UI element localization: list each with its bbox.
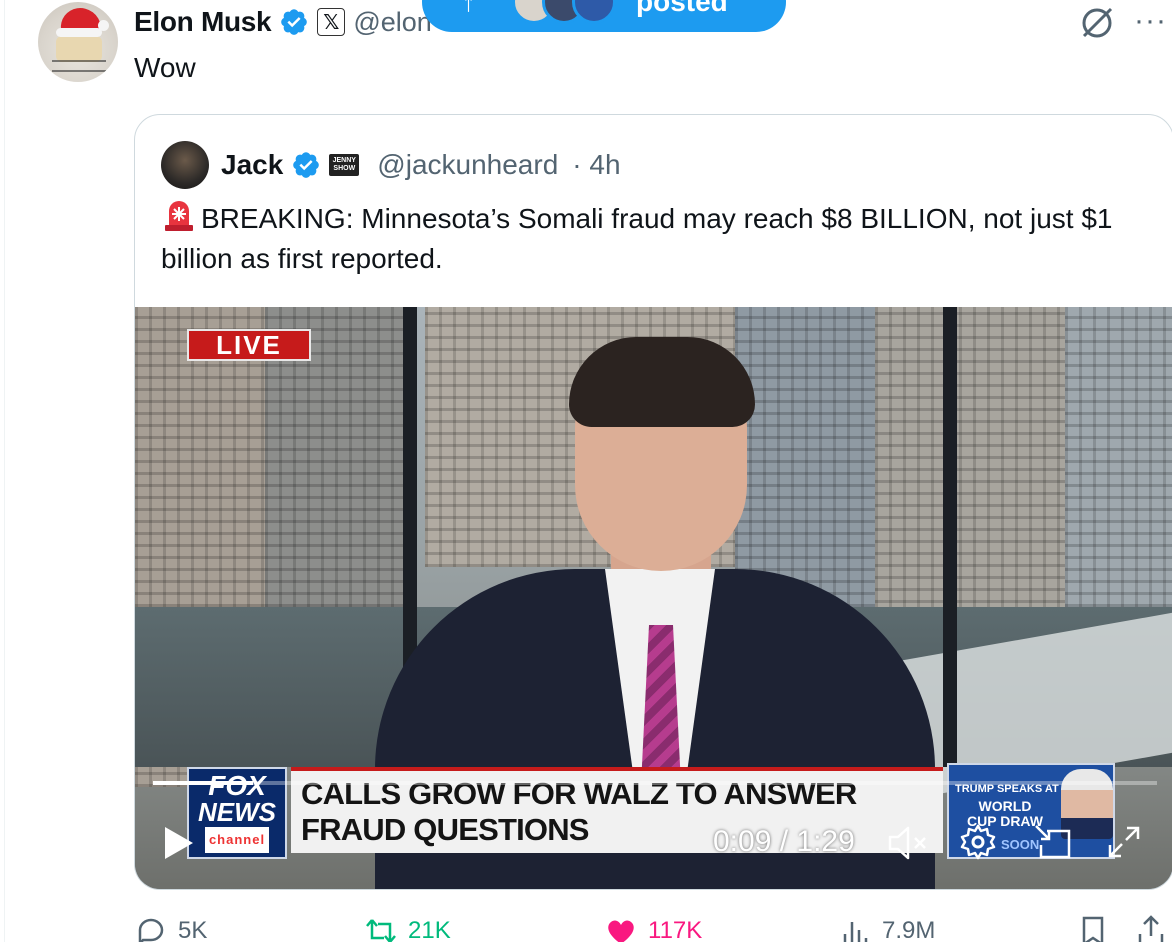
mute-icon[interactable] (887, 825, 929, 861)
settings-gear-icon[interactable] (959, 823, 997, 861)
video-progress-fill (153, 781, 254, 785)
pill-avatars (512, 0, 616, 24)
live-badge: LIVE (187, 329, 311, 361)
post-text: Wow (134, 52, 196, 83)
video-progress-bar[interactable] (153, 781, 1157, 785)
quoted-post-text: BREAKING: Minnesota’s Somali fraud may r… (161, 203, 1113, 274)
quoted-post-time[interactable]: · 4h (572, 149, 620, 181)
picture-in-picture-icon[interactable] (1033, 823, 1073, 861)
view-count: 7.9M (882, 917, 936, 942)
more-options-icon[interactable]: ··· (1134, 4, 1167, 38)
window-frame (943, 307, 957, 767)
repost-count: 21K (408, 917, 451, 942)
reply-icon (138, 918, 164, 942)
video-time: 0:09 / 1:29 (713, 825, 855, 858)
share-icon (1138, 915, 1164, 942)
bookmark-icon (1082, 916, 1104, 942)
logo-line-3: channel (204, 827, 270, 853)
santa-hat-pom (98, 20, 109, 31)
quoted-post-text-block: BREAKING: Minnesota’s Somali fraud may r… (161, 197, 1141, 279)
post-action-bar: 5K 21K 117K 7.9M (134, 914, 1172, 942)
fullscreen-icon[interactable] (1107, 825, 1141, 859)
santa-hat-trim (56, 28, 102, 37)
like-count: 117K (648, 917, 703, 942)
pill-avatar (572, 0, 616, 24)
logo-line-2: NEWS (198, 797, 276, 827)
avatar-scribble (52, 60, 106, 72)
lower-third: FOX NEWS channel CALLS GROW FOR WALZ TO … (187, 763, 1172, 859)
posted-label: posted (636, 0, 728, 17)
verified-badge-icon (281, 9, 308, 35)
analytics-icon (843, 922, 868, 942)
building (1065, 307, 1172, 607)
play-icon[interactable] (163, 825, 195, 861)
post-header: Elon Musk 𝕏 @elon (134, 4, 432, 40)
arrow-up-icon: ↑ (462, 0, 475, 17)
quoted-post-card[interactable]: Jack JENNY SHOW @jackunheard · 4h BREAKI… (134, 114, 1172, 890)
author-avatar[interactable] (38, 2, 118, 82)
bookmark-button[interactable] (1076, 914, 1110, 942)
author-handle[interactable]: @elon (353, 7, 431, 38)
anchor-hair (569, 337, 755, 427)
new-posts-pill[interactable]: ↑ posted (422, 0, 786, 32)
affiliate-badge: JENNY SHOW (329, 154, 360, 176)
repost-button[interactable]: 21K (364, 914, 451, 942)
like-button[interactable]: 117K (604, 914, 702, 942)
views-button[interactable]: 7.9M (838, 914, 935, 942)
grok-icon[interactable] (1078, 4, 1116, 42)
verified-badge-icon (293, 152, 320, 178)
reply-button[interactable]: 5K (134, 914, 207, 942)
heart-icon (608, 920, 634, 942)
quoted-author-handle[interactable]: @jackunheard (377, 149, 558, 181)
quoted-post-header: Jack JENNY SHOW @jackunheard · 4h (161, 141, 621, 189)
avatar-figure (56, 36, 102, 62)
logo-line-1: FOX (208, 770, 266, 801)
reply-count: 5K (178, 917, 208, 942)
share-button[interactable] (1134, 914, 1168, 942)
quoted-author-name[interactable]: Jack (221, 149, 283, 181)
repost-icon (366, 919, 396, 942)
x-logo-icon: 𝕏 (317, 8, 346, 36)
video-player[interactable]: LIVE FOX NEWS channel CALLS GROW FOR WAL… (135, 307, 1172, 889)
siren-icon (165, 201, 193, 231)
author-name[interactable]: Elon Musk (134, 6, 272, 38)
building (735, 307, 875, 607)
quoted-author-avatar[interactable] (161, 141, 209, 189)
timeline-border (4, 0, 5, 942)
